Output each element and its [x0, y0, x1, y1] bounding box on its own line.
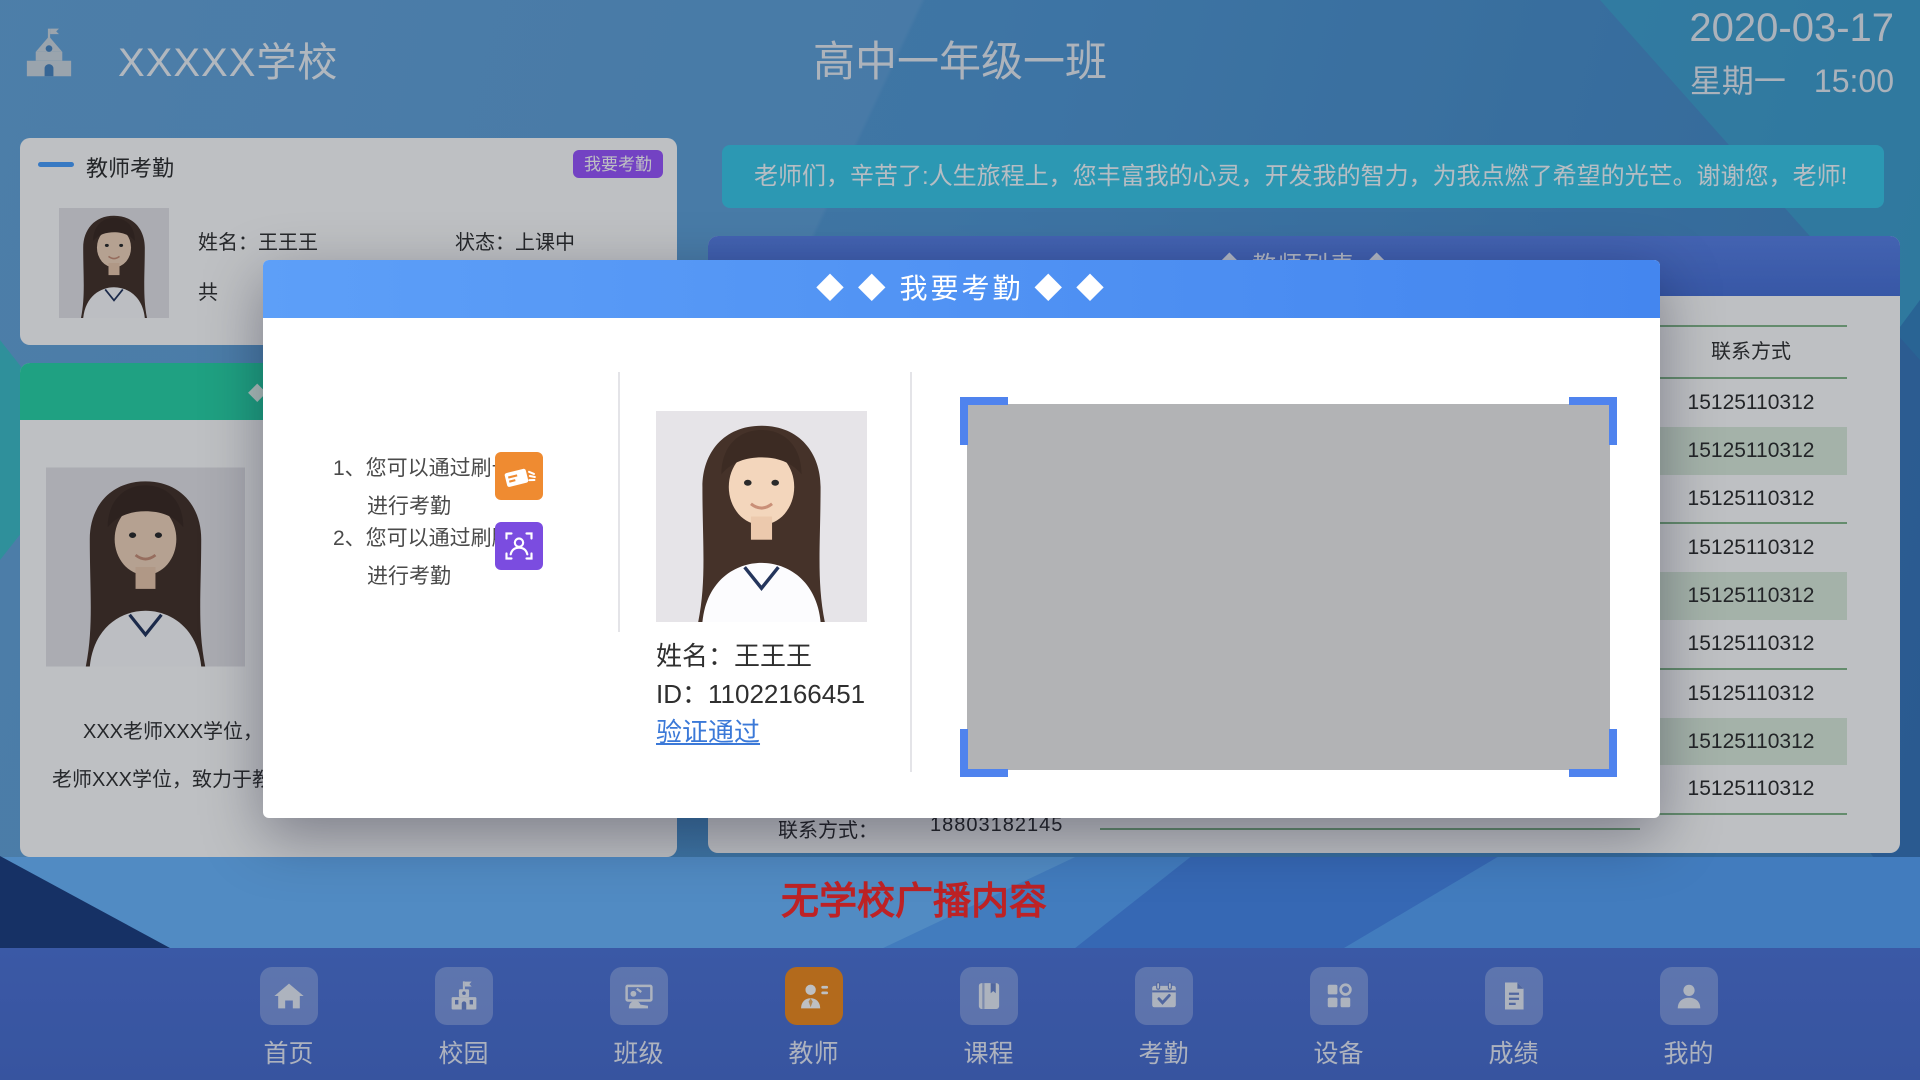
step-text: 进行考勤	[367, 560, 451, 590]
verify-status-link[interactable]: 验证通过	[656, 712, 760, 749]
check-in-modal: ◆ ◆ 我要考勤 ◆ ◆ 1、您可以通过刷卡 进行考勤 2、您可以通过刷脸 进行…	[263, 260, 1660, 818]
modal-header: ◆ ◆ 我要考勤 ◆ ◆	[263, 260, 1660, 318]
step-text: 1、您可以通过刷卡	[333, 452, 513, 482]
name-label: 姓名：	[656, 641, 734, 671]
name-value: 王王王	[734, 641, 812, 671]
modal-divider	[910, 372, 912, 772]
card-swipe-icon	[495, 452, 543, 500]
step-text: 进行考勤	[367, 490, 451, 520]
camera-corner-bracket	[960, 397, 1008, 445]
camera-corner-bracket	[1569, 397, 1617, 445]
smart-class-board: XXXXX学校 高中一年级一班 2020-03-17 星期一15:00 教师考勤…	[0, 0, 1920, 1080]
verified-teacher-photo	[656, 410, 867, 623]
camera-preview	[967, 404, 1610, 770]
modal-teacher-name: 姓名：王王王	[656, 636, 812, 673]
modal-divider	[618, 372, 620, 632]
camera-corner-bracket	[1569, 729, 1617, 777]
id-value: 11022166451	[708, 679, 865, 709]
camera-corner-bracket	[960, 729, 1008, 777]
step-text: 2、您可以通过刷脸	[333, 522, 513, 552]
id-label: ID：	[656, 679, 708, 709]
face-scan-icon	[495, 522, 543, 570]
modal-title: ◆ ◆ 我要考勤 ◆ ◆	[263, 260, 1660, 318]
modal-teacher-id: ID：11022166451	[656, 674, 865, 711]
